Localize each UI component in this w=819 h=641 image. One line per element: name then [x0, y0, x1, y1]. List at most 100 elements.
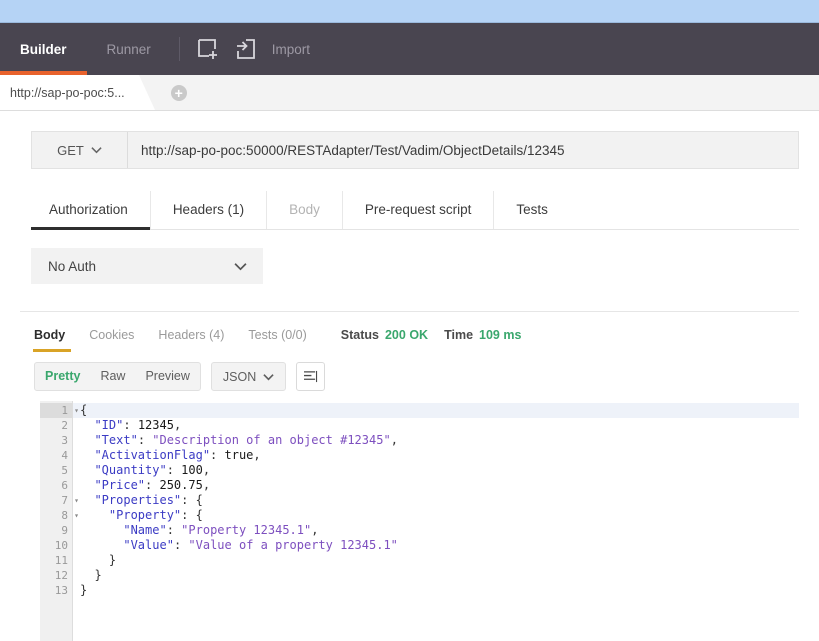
tab-authorization[interactable]: Authorization: [31, 191, 151, 230]
code-token: 12345: [137, 418, 174, 432]
response-tab-headers-label: Headers (4): [158, 328, 225, 342]
plus-circle-icon[interactable]: +: [170, 84, 187, 101]
code-token: "Property 12345.1": [181, 523, 312, 537]
request-config-tabs: Authorization Headers (1) Body Pre-reque…: [31, 191, 799, 230]
code-token: "Properties": [94, 493, 182, 507]
code-line: }: [73, 583, 799, 598]
code-content[interactable]: { "ID": 12345, "Text": "Description of a…: [73, 401, 799, 641]
tab-pre-request-script-label: Pre-request script: [364, 202, 472, 217]
nav-tab-runner[interactable]: Runner: [87, 23, 171, 75]
authorization-panel: No Auth: [31, 248, 799, 284]
line-number: 8 ▾: [61, 509, 79, 522]
request-area: GET http://sap-po-poc:50000/RESTAdapter/…: [0, 111, 819, 312]
import-icon[interactable]: [232, 35, 260, 63]
plus-glyph: +: [174, 84, 183, 101]
line-number: 3: [61, 434, 68, 447]
line-number: 7 ▾: [61, 494, 79, 507]
fold-toggle-icon[interactable]: ▾: [74, 403, 79, 418]
line-number: 9: [61, 524, 68, 537]
request-tab-label: http://sap-po-poc:5...: [10, 85, 125, 100]
code-token: :: [210, 448, 225, 462]
code-token: :: [137, 433, 153, 447]
code-token: ,: [390, 433, 398, 447]
response-tab-cookies[interactable]: Cookies: [77, 328, 146, 352]
code-token: ,: [253, 448, 261, 462]
code-token: :: [166, 523, 182, 537]
code-line: "ID": 12345,: [73, 418, 799, 433]
code-line: "Quantity": 100,: [73, 463, 799, 478]
response-body-editor[interactable]: 1 ▾ 2 3 4 5 6 7 ▾ 8 ▾ 9 10 11 12 13 { "ID": 12345, "Tex…: [40, 401, 799, 641]
time-label: Time: [444, 328, 474, 342]
code-token: ,: [202, 478, 211, 492]
response-tab-tests[interactable]: Tests (0/0): [236, 328, 318, 352]
line-number: 10: [54, 539, 68, 552]
code-token: }: [80, 553, 117, 567]
code-line: "Price": 250.75,: [73, 478, 799, 493]
tab-tests[interactable]: Tests: [494, 191, 570, 229]
code-token: : {: [181, 508, 203, 522]
import-button[interactable]: Import: [272, 42, 310, 57]
response-tab-headers[interactable]: Headers (4): [146, 328, 236, 352]
view-mode-preview[interactable]: Preview: [135, 364, 199, 389]
fold-toggle-icon[interactable]: ▾: [74, 508, 79, 523]
code-line: "ActivationFlag": true,: [73, 448, 799, 463]
response-format-select[interactable]: JSON: [210, 362, 287, 391]
code-line: "Value": "Value of a property 12345.1": [73, 538, 799, 553]
code-token: "Price": [94, 478, 146, 492]
line-number: 4: [61, 449, 68, 462]
code-line: "Property": {: [73, 508, 799, 523]
tab-tests-label: Tests: [516, 202, 548, 217]
line-number: 12: [54, 569, 68, 582]
code-token: ,: [311, 523, 319, 537]
code-token: {: [80, 403, 88, 417]
line-number-gutter: 1 ▾ 2 3 4 5 6 7 ▾ 8 ▾ 9 10 11 12 13: [40, 401, 79, 641]
response-tabs: Body Cookies Headers (4) Tests (0/0) Sta…: [31, 312, 799, 352]
url-input[interactable]: http://sap-po-poc:50000/RESTAdapter/Test…: [128, 132, 798, 168]
code-token: 250.75: [159, 478, 203, 492]
code-token: "ActivationFlag": [94, 448, 211, 462]
auth-type-select[interactable]: No Auth: [31, 248, 263, 284]
response-area: Body Cookies Headers (4) Tests (0/0) Sta…: [0, 312, 819, 641]
code-line: "Text": "Description of an object #12345…: [73, 433, 799, 448]
status-label: Status: [340, 328, 379, 342]
wrap-lines-button[interactable]: [296, 362, 326, 391]
http-method-label: GET: [57, 142, 84, 158]
code-token: }: [80, 568, 102, 582]
response-tab-body[interactable]: Body: [31, 328, 77, 352]
header-actions: Import: [188, 23, 310, 75]
code-line: {: [73, 403, 799, 418]
tab-pre-request-script[interactable]: Pre-request script: [343, 191, 495, 229]
code-line: "Properties": {: [73, 493, 799, 508]
line-number: 5: [61, 464, 68, 477]
app-header: Builder Runner Import: [0, 23, 819, 75]
code-token: "Description of an object #12345": [152, 433, 391, 447]
code-token: ,: [202, 463, 211, 477]
request-tab-strip: http://sap-po-poc:5... +: [0, 75, 819, 111]
nav-tab-builder[interactable]: Builder: [0, 23, 87, 75]
code-token: :: [123, 418, 138, 432]
fold-toggle-icon[interactable]: ▾: [74, 493, 79, 508]
http-method-select[interactable]: GET: [32, 132, 128, 168]
tab-body[interactable]: Body: [267, 191, 343, 229]
view-mode-pretty[interactable]: Pretty: [35, 364, 90, 389]
request-tab[interactable]: http://sap-po-poc:5...: [0, 75, 155, 110]
nav-tab-builder-label: Builder: [20, 41, 67, 57]
tab-headers-label: Headers (1): [172, 202, 245, 217]
view-mode-preview-label: Preview: [145, 369, 190, 383]
view-mode-raw[interactable]: Raw: [90, 364, 135, 389]
tab-headers[interactable]: Headers (1): [151, 191, 268, 229]
response-format-label: JSON: [222, 369, 257, 384]
code-token: true: [224, 448, 254, 462]
code-token: }: [80, 583, 88, 597]
code-token: "Quantity": [94, 463, 167, 477]
code-token: "Name": [123, 523, 167, 537]
response-tab-body-label: Body: [34, 328, 66, 342]
new-window-icon[interactable]: [194, 35, 222, 63]
auth-type-label: No Auth: [48, 258, 97, 274]
